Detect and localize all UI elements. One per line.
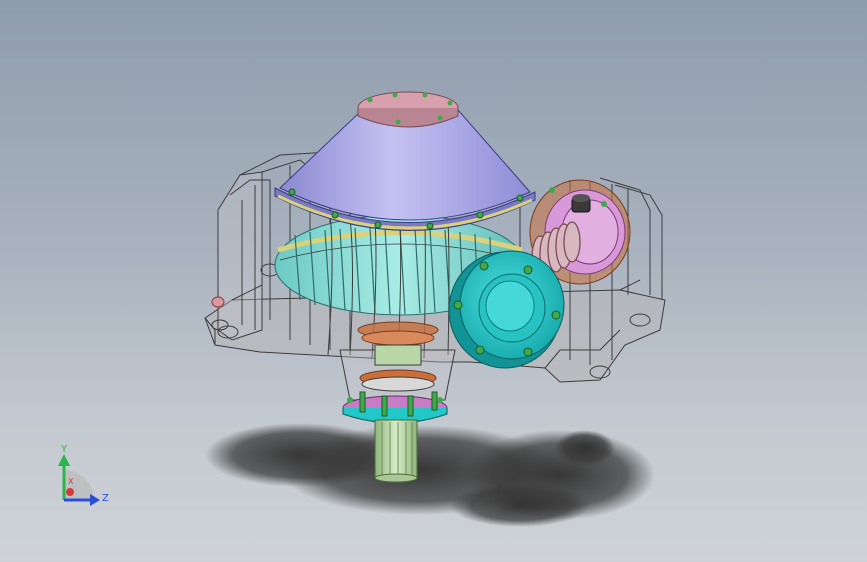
- triad-y-arrow-icon: [58, 454, 70, 466]
- triad-x-axis-icon: [66, 488, 74, 496]
- graphics-viewport[interactable]: Y X Z: [0, 0, 867, 562]
- top-cover-plate[interactable]: [357, 91, 459, 128]
- gearbox-model-view[interactable]: Y X Z: [0, 0, 867, 562]
- model-shadow: [205, 423, 655, 527]
- triad-y-label: Y: [60, 444, 68, 455]
- cone-cover[interactable]: [274, 109, 536, 232]
- coordinate-triad[interactable]: Y X Z: [58, 444, 109, 506]
- triad-z-label: Z: [102, 493, 109, 504]
- triad-x-label: X: [68, 477, 74, 486]
- triad-z-arrow-icon: [90, 494, 100, 506]
